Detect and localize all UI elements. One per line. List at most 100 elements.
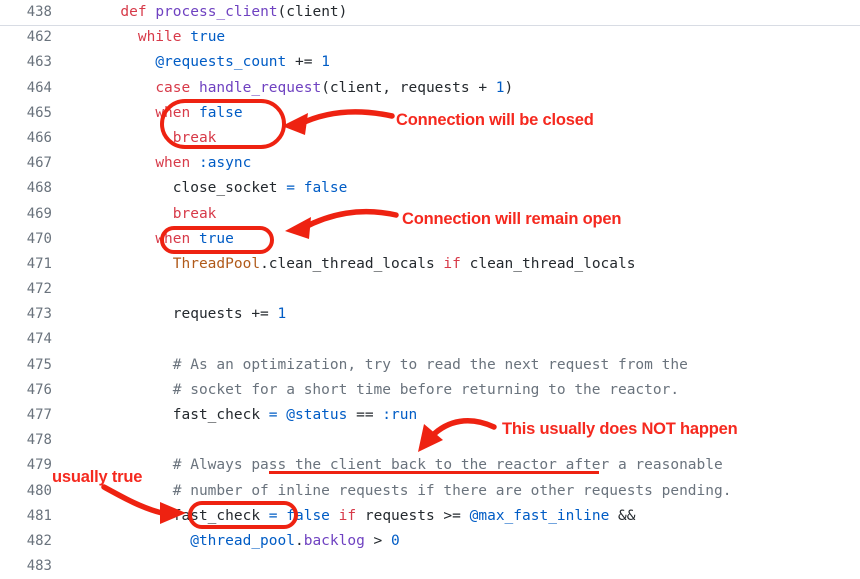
line-number: 482 — [26, 532, 52, 549]
code-line-472: 472 — [0, 277, 860, 302]
line-number: 478 — [26, 432, 52, 449]
code-text: when :async — [52, 151, 251, 176]
token: @max_fast_inline — [469, 507, 610, 524]
code-line-478: 478 — [0, 428, 860, 453]
code-line-476: 476 # socket for a short time before ret… — [0, 378, 860, 403]
token: (client) — [277, 4, 348, 20]
code-text: requests += 1 — [52, 302, 287, 327]
code-view[interactable]: 438 def process_client(client) 462 while … — [0, 0, 860, 578]
token: > — [364, 532, 392, 549]
code-line-473: 473 requests += 1 — [0, 302, 860, 327]
token: . — [294, 532, 304, 549]
code-line-475: 475 # As an optimization, try to read th… — [0, 353, 860, 378]
code-line-471: 471 ThreadPool.clean_thread_locals if cl… — [0, 252, 860, 277]
token: :run — [382, 407, 418, 423]
token: true — [190, 29, 226, 46]
code-line-480: 480 # number of inline requests if there… — [0, 479, 860, 504]
line-number: 469 — [26, 205, 52, 222]
token: 1 — [495, 79, 505, 96]
code-line-477: 477 fast_check = @status == :run — [0, 403, 860, 428]
code-text: # Always pass the client back to the rea… — [52, 453, 723, 478]
code-text: fast_check = false if requests >= @max_f… — [52, 504, 636, 529]
token: clean_thread_locals — [460, 255, 636, 272]
token: # As an optimization, try to read the ne… — [68, 356, 688, 373]
token: if — [443, 255, 461, 272]
line-number: 465 — [26, 104, 52, 121]
line-number: 438 — [26, 4, 52, 20]
token: requests += — [68, 306, 278, 323]
line-number: 481 — [26, 507, 52, 524]
line-number: 467 — [26, 155, 52, 172]
line-number: 473 — [26, 306, 52, 323]
code-text: close_socket = false — [52, 176, 348, 201]
code-text: when false — [52, 101, 242, 126]
token: 1 — [321, 54, 330, 71]
token: fast_check — [68, 407, 269, 423]
line-number: 472 — [26, 281, 52, 298]
code-text: when true — [52, 227, 234, 252]
code-text: while true — [52, 25, 225, 50]
code-text: def process_client(client) — [52, 0, 347, 25]
token: 1 — [277, 306, 287, 323]
code-text: @thread_pool.backlog > 0 — [52, 529, 400, 554]
code-line-462: 462 while true — [0, 25, 860, 50]
token: (client, requests + — [321, 79, 496, 96]
token: # number of inline requests if there are… — [68, 482, 732, 499]
token: if — [338, 507, 357, 524]
token: ) — [504, 79, 514, 96]
line-number: 476 — [26, 381, 52, 398]
token: when — [155, 104, 191, 121]
token: handle_request — [198, 79, 322, 96]
code-text: # number of inline requests if there are… — [52, 479, 732, 504]
token: = — [286, 180, 295, 197]
code-line-474: 474 — [0, 327, 860, 352]
token: when — [155, 230, 191, 247]
code-text: @requests_count += 1 — [52, 50, 330, 75]
code-line-463: 463 @requests_count += 1 — [0, 50, 860, 75]
token: 0 — [391, 532, 400, 549]
token: += — [286, 54, 322, 71]
token: case — [155, 79, 191, 96]
line-number: 462 — [26, 29, 52, 46]
line-number: 479 — [26, 457, 52, 474]
code-line-479: 479 # Always pass the client back to the… — [0, 453, 860, 478]
line-number: 483 — [26, 558, 52, 575]
token: = — [268, 507, 278, 524]
token: && — [609, 507, 636, 524]
line-number: 464 — [26, 79, 52, 96]
token: backlog — [303, 532, 365, 549]
line-number: 480 — [26, 482, 52, 499]
code-line-482: 482 @thread_pool.backlog > 0 — [0, 529, 860, 554]
token: .clean_thread_locals — [260, 255, 444, 272]
token: @requests_count — [155, 54, 287, 71]
code-line-464: 464 case handle_request(client, requests… — [0, 76, 860, 101]
code-text: ThreadPool.clean_thread_locals if clean_… — [52, 252, 636, 277]
line-number: 463 — [26, 54, 52, 71]
line-number: 474 — [26, 331, 52, 348]
code-line-466: 466 break — [0, 126, 860, 151]
token: == — [347, 407, 383, 423]
line-number: 470 — [26, 230, 52, 247]
token: break — [172, 205, 217, 222]
token: false — [303, 180, 348, 197]
token: :async — [198, 155, 252, 172]
code-text: break — [52, 126, 217, 151]
line-number: 468 — [26, 180, 52, 197]
token: close_socket — [68, 180, 287, 197]
code-text: case handle_request(client, requests + 1… — [52, 76, 513, 101]
